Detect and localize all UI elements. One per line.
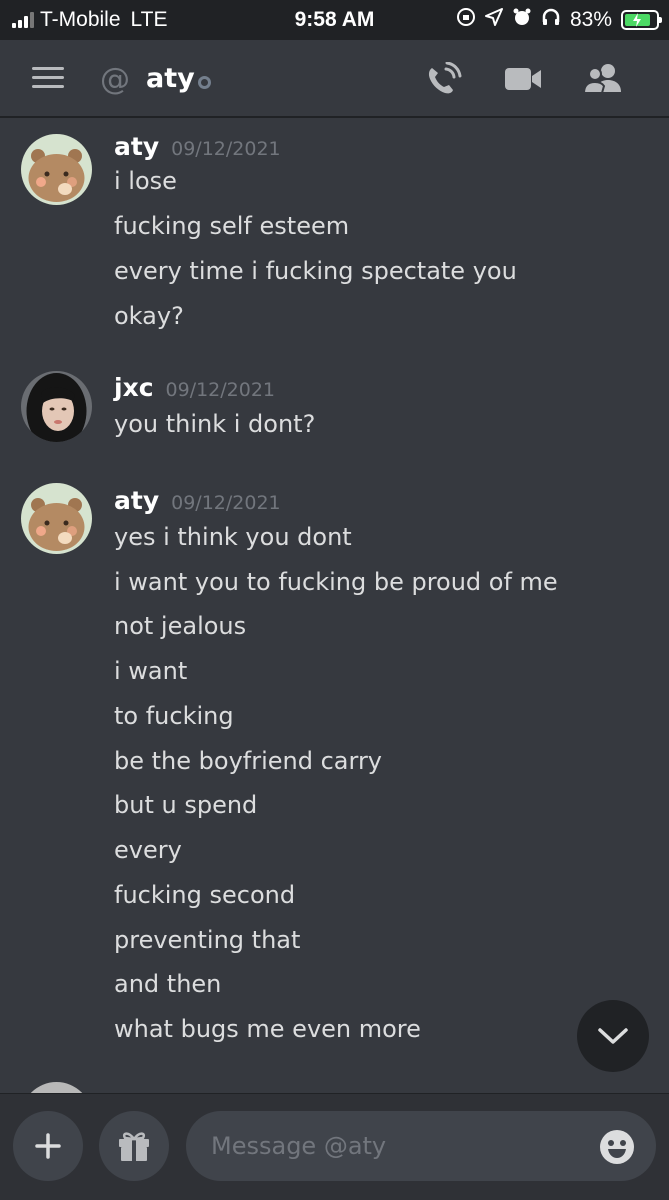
message-line: what bugs me even more [114,1015,421,1043]
emoji-icon [600,1130,634,1164]
battery-percent: 83% [569,7,612,31]
message-line: i want [114,657,188,685]
gift-icon [119,1132,149,1161]
battery-icon [621,9,662,30]
message-input[interactable] [186,1111,656,1181]
phone-call-icon[interactable] [423,61,463,98]
message-list[interactable]: aty 09/12/2021 i lose fucking self estee… [0,120,669,1095]
message-line: be the boyfriend carry [114,747,383,775]
jump-to-present-button[interactable] [577,1000,649,1072]
message-line: i lose [114,167,177,195]
status-bar: T-Mobile LTE 9:58 AM 83% [0,0,669,40]
alarm-icon [512,7,532,32]
chevron-down-icon [598,1028,628,1044]
message-line: every time i fucking spectate you [114,257,517,285]
channel-header: @ aty [0,40,669,118]
rotation-lock-icon [456,7,476,32]
message-line: preventing that [114,926,301,954]
channel-title: aty [146,63,195,94]
bear-avatar[interactable] [21,483,92,554]
gift-button[interactable] [99,1111,169,1181]
emoji-button[interactable] [598,1128,636,1166]
message-author[interactable]: aty [114,486,159,515]
message-timestamp: 09/12/2021 [171,138,281,160]
at-icon: @ [100,62,130,97]
message-composer [0,1093,669,1200]
message-line: to fucking [114,702,234,730]
message-line: not jealous [114,612,247,640]
message-line: every [114,836,182,864]
message-timestamp: 09/12/2021 [165,379,276,401]
message-timestamp: 09/12/2021 [171,492,281,514]
add-attachment-button[interactable] [13,1111,83,1181]
message-author[interactable]: aty [114,132,159,161]
message-line: i want you to fucking be proud of me [114,568,558,596]
offline-status-indicator [198,76,211,89]
bear-avatar[interactable] [21,134,92,205]
message-line: but u spend [114,791,258,819]
plus-icon [35,1133,61,1159]
members-icon[interactable] [582,62,622,98]
message-line: fucking self esteem [114,212,350,240]
message-author[interactable]: jxc [114,373,154,402]
message-line: okay? [114,302,184,330]
message-line: fucking second [114,881,296,909]
message-line: you think i dont? [114,410,316,438]
video-camera-icon[interactable] [503,62,543,98]
message-line: yes i think you dont [114,523,352,551]
menu-icon[interactable] [32,67,64,89]
message-line: and then [114,970,222,998]
photo-avatar[interactable] [21,371,92,442]
location-icon [484,8,503,31]
headphones-icon [541,7,561,32]
